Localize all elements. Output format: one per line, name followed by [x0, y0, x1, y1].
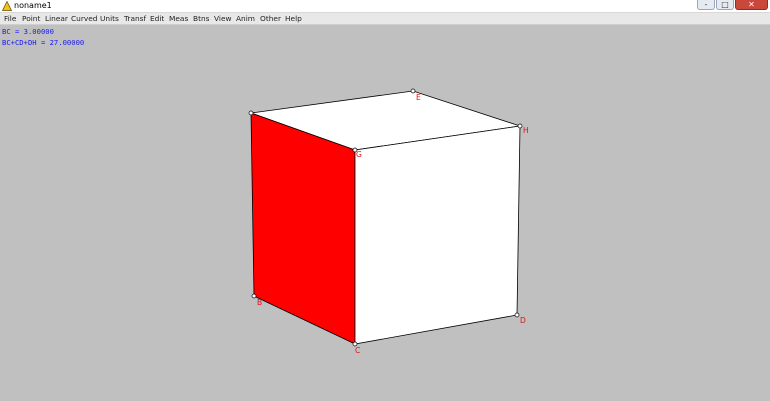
drawing-canvas[interactable]: BC = 3.00000 BC+CD+DH = 27.00000 E H G B… — [0, 25, 770, 401]
close-button[interactable]: ✕ — [735, 0, 768, 10]
maximize-button[interactable]: □ — [716, 0, 734, 10]
menu-view[interactable]: View — [214, 13, 232, 24]
vertex-label-e: E — [416, 93, 421, 102]
menu-curved[interactable]: Curved — [71, 13, 98, 24]
menu-transf[interactable]: Transf — [124, 13, 146, 24]
vertex-label-b: B — [257, 298, 262, 307]
cube-left-face[interactable] — [250, 112, 356, 345]
minimize-icon: - — [704, 0, 708, 9]
menu-other[interactable]: Other — [260, 13, 281, 24]
menu-file[interactable]: File — [4, 13, 16, 24]
close-icon: ✕ — [748, 0, 755, 9]
menu-point[interactable]: Point — [22, 13, 40, 24]
menu-help[interactable]: Help — [285, 13, 302, 24]
vertex-label-c: C — [355, 346, 360, 355]
menu-meas[interactable]: Meas — [169, 13, 188, 24]
menu-bar: File Point Linear Curved Units Transf Ed… — [0, 13, 770, 25]
menu-units[interactable]: Units — [100, 13, 119, 24]
menu-btns[interactable]: Btns — [193, 13, 210, 24]
vertex-point-d[interactable] — [514, 312, 520, 318]
title-bar: noname1 - □ ✕ — [0, 0, 770, 13]
vertex-point-e[interactable] — [410, 88, 416, 94]
window-title: noname1 — [14, 1, 52, 10]
menu-edit[interactable]: Edit — [150, 13, 164, 24]
cube-front-face[interactable] — [354, 125, 521, 345]
vertex-point-b[interactable] — [251, 293, 257, 299]
vertex-point-h[interactable] — [517, 123, 523, 129]
menu-linear[interactable]: Linear — [45, 13, 68, 24]
menu-anim[interactable]: Anim — [236, 13, 255, 24]
vertex-label-h: H — [523, 126, 529, 135]
vertex-label-g: G — [356, 150, 362, 159]
vertex-label-d: D — [520, 316, 526, 325]
app-icon — [2, 1, 12, 11]
cube-figure: E H G B C D — [248, 88, 529, 355]
maximize-icon: □ — [721, 0, 729, 9]
vertex-point-top-left[interactable] — [248, 110, 254, 116]
minimize-button[interactable]: - — [697, 0, 715, 10]
